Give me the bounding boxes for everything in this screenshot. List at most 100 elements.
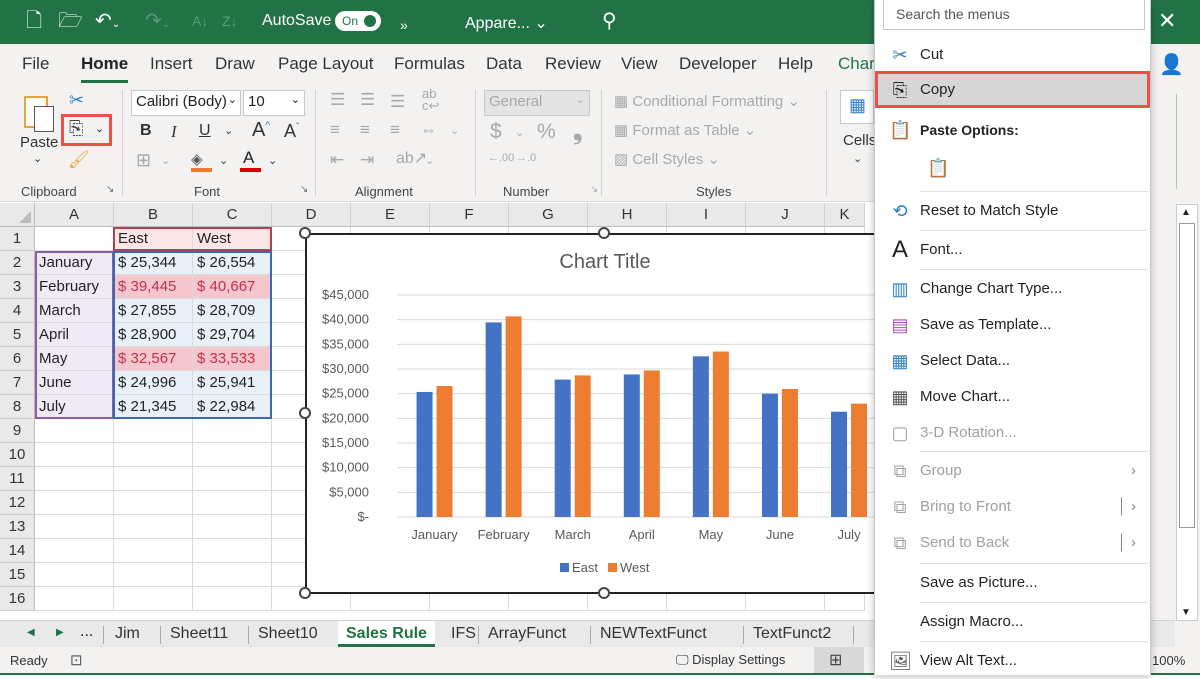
fill-color-dropdown-icon[interactable]: ⌄ — [219, 154, 228, 167]
column-header[interactable]: J — [746, 203, 825, 227]
menu-item-save-picture[interactable]: Save as Picture... — [875, 565, 1150, 601]
tab-help[interactable]: Help — [778, 54, 813, 74]
wrap-text-icon[interactable]: ab c↩ — [422, 87, 439, 112]
menu-item-cut[interactable]: ✂ Cut — [875, 37, 1150, 73]
display-settings-button[interactable]: 🖵 Display Settings — [676, 652, 785, 668]
decrease-decimal-button[interactable]: →.0 — [516, 152, 536, 164]
conditional-formatting-button[interactable]: ▦ Conditional Formatting ⌄ — [614, 92, 800, 110]
row-header[interactable]: 13 — [0, 515, 35, 539]
sheet-tab[interactable]: ArrayFunct — [480, 621, 574, 647]
cell[interactable] — [114, 467, 193, 491]
number-launcher-icon[interactable]: ↘ — [590, 184, 598, 195]
currency-dropdown-icon[interactable]: ⌄ — [515, 126, 524, 139]
row-header[interactable]: 14 — [0, 539, 35, 563]
cell[interactable] — [193, 443, 272, 467]
document-title[interactable]: Appare... ⌄ — [465, 13, 548, 33]
underline-dropdown-icon[interactable]: ⌄ — [224, 124, 233, 137]
font-size-select[interactable]: 10 ⌄ — [243, 90, 305, 116]
cell[interactable] — [35, 467, 114, 491]
zoom-level[interactable]: 100% — [1152, 653, 1185, 668]
cell[interactable] — [193, 563, 272, 587]
cell[interactable] — [114, 419, 193, 443]
number-format-select[interactable]: General ⌄ — [484, 90, 590, 116]
cell[interactable] — [114, 587, 193, 611]
menu-item-change-chart-type[interactable]: ▥ Change Chart Type... — [875, 271, 1150, 307]
cell[interactable] — [35, 563, 114, 587]
tab-review[interactable]: Review — [545, 54, 601, 74]
tab-scroll-left-icon[interactable]: ◀ — [27, 627, 35, 638]
menu-item-font[interactable]: A Font... — [875, 232, 1150, 268]
grow-font-button[interactable]: A^ — [252, 119, 270, 142]
tab-home[interactable]: Home — [81, 54, 129, 83]
bar-east-july[interactable] — [831, 411, 848, 517]
currency-button[interactable]: $ — [490, 120, 502, 144]
bar-east-may[interactable] — [692, 356, 709, 517]
align-middle-icon[interactable]: ☰ — [360, 90, 375, 110]
format-as-table-button[interactable]: ▦ Format as Table ⌄ — [614, 121, 756, 139]
comments-icon[interactable]: 👤 — [1159, 52, 1184, 77]
sheet-tab[interactable]: NEWTextFunct — [592, 621, 715, 647]
bar-west-april[interactable] — [643, 370, 660, 517]
bold-button[interactable]: B — [140, 122, 152, 140]
orientation-icon[interactable]: ab↗ — [396, 148, 427, 168]
merge-dropdown-icon[interactable]: ⌄ — [450, 124, 459, 137]
percent-button[interactable]: % — [537, 120, 556, 144]
close-icon[interactable]: ✕ — [1158, 8, 1176, 34]
font-name-select[interactable]: Calibri (Body) ⌄ — [131, 90, 241, 116]
tab-insert[interactable]: Insert — [150, 54, 193, 74]
row-header[interactable]: 2 — [0, 251, 35, 275]
sheet-tab[interactable]: Sheet11 — [162, 621, 236, 647]
paste-keep-formatting-button[interactable]: 📋 — [919, 150, 955, 186]
align-center-icon[interactable]: ≡ — [360, 120, 370, 140]
cell[interactable] — [35, 443, 114, 467]
new-file-icon[interactable]: 🗋 — [26, 10, 42, 32]
align-top-icon[interactable]: ☰ — [330, 90, 345, 110]
row-header[interactable]: 6 — [0, 347, 35, 371]
tab-view[interactable]: View — [621, 54, 658, 74]
bar-east-april[interactable] — [623, 374, 640, 517]
scroll-down-icon[interactable]: ▼ — [1181, 607, 1191, 618]
row-header[interactable]: 16 — [0, 587, 35, 611]
paste-dropdown-icon[interactable]: ⌄ — [33, 152, 42, 165]
comma-style-button[interactable]: ❟ — [573, 118, 582, 146]
increase-decimal-button[interactable]: ←.00 — [488, 152, 514, 164]
merge-center-icon[interactable]: ⇔ — [420, 120, 437, 140]
clipboard-launcher-icon[interactable]: ↘ — [106, 184, 114, 195]
italic-button[interactable]: I — [171, 122, 177, 142]
scroll-up-icon[interactable]: ▲ — [1181, 207, 1191, 218]
cells-button[interactable]: ▦ — [840, 90, 874, 124]
bar-west-may[interactable] — [712, 351, 729, 517]
row-header[interactable]: 12 — [0, 491, 35, 515]
cell[interactable] — [114, 443, 193, 467]
bar-west-july[interactable] — [851, 403, 868, 517]
bar-east-june[interactable] — [761, 393, 778, 517]
sheet-tab[interactable]: Jim — [107, 621, 148, 647]
menu-item-reset-style[interactable]: ⟲ Reset to Match Style — [875, 193, 1150, 229]
tab-scroll-right-icon[interactable]: ▶ — [56, 627, 64, 638]
menu-item-move-chart[interactable]: ▦ Move Chart... — [875, 379, 1150, 415]
tab-chart-design[interactable]: Char — [838, 54, 875, 74]
menu-item-select-data[interactable]: ▦ Select Data... — [875, 343, 1150, 379]
resize-handle-top[interactable] — [598, 227, 610, 239]
row-header[interactable]: 5 — [0, 323, 35, 347]
column-header[interactable]: B — [114, 203, 193, 227]
column-header[interactable]: K — [825, 203, 865, 227]
underline-button[interactable]: U — [199, 122, 211, 140]
sheet-tab[interactable]: Sheet10 — [250, 621, 326, 647]
column-header[interactable]: E — [351, 203, 430, 227]
row-header[interactable]: 11 — [0, 467, 35, 491]
cell[interactable] — [114, 515, 193, 539]
search-icon[interactable]: ⚲ — [602, 10, 617, 32]
resize-handle-bottom[interactable] — [598, 587, 610, 599]
font-launcher-icon[interactable]: ↘ — [300, 184, 308, 195]
column-header[interactable]: C — [193, 203, 272, 227]
increase-indent-icon[interactable]: ⇥ — [360, 150, 374, 170]
borders-icon[interactable]: ⊞ — [136, 150, 151, 171]
decrease-indent-icon[interactable]: ⇤ — [330, 150, 344, 170]
column-header[interactable]: F — [430, 203, 509, 227]
sheet-tab[interactable]: Sales Rule — [338, 621, 435, 647]
column-header[interactable]: G — [509, 203, 588, 227]
more-commands-icon[interactable]: » — [400, 14, 408, 36]
font-color-button[interactable]: A — [240, 148, 262, 172]
scroll-thumb[interactable] — [1179, 223, 1195, 528]
